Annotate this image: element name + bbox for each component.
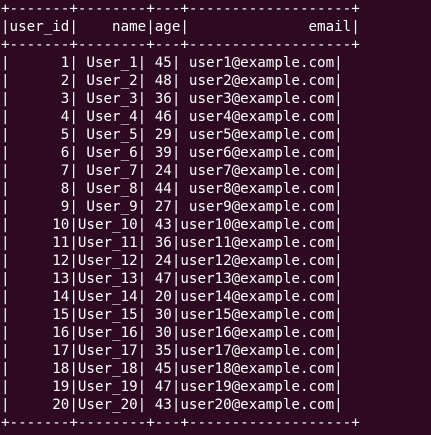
table-row: | 17|User_17| 35|user17@example.com|	[1, 343, 343, 359]
table-row: | 6| User_6| 39| user6@example.com|	[1, 145, 343, 161]
table-row: | 4| User_4| 46| user4@example.com|	[1, 109, 343, 125]
table-bottom-border: +-------+--------+---+------------------…	[1, 415, 360, 431]
table-row: | 9| User_9| 27| user9@example.com|	[1, 199, 343, 215]
table-row: | 3| User_3| 36| user3@example.com|	[1, 91, 343, 107]
table-row: | 11|User_11| 36|user11@example.com|	[1, 235, 343, 251]
table-row: | 7| User_7| 24| user7@example.com|	[1, 163, 343, 179]
table-header-row: |user_id| name|age| email|	[1, 19, 360, 35]
table-row: | 2| User_2| 48| user2@example.com|	[1, 73, 343, 89]
table-row: | 12|User_12| 24|user12@example.com|	[1, 253, 343, 269]
terminal-output: +-------+--------+---+------------------…	[0, 0, 431, 435]
table-row: | 13|User_13| 47|user13@example.com|	[1, 271, 343, 287]
table-top-border: +-------+--------+---+------------------…	[1, 1, 360, 17]
table-row: | 15|User_15| 30|user15@example.com|	[1, 307, 343, 323]
table-row: | 20|User_20| 43|user20@example.com|	[1, 397, 343, 413]
table-row: | 8| User_8| 44| user8@example.com|	[1, 181, 343, 197]
table-header-border: +-------+--------+---+------------------…	[1, 37, 360, 53]
table-row: | 18|User_18| 45|user18@example.com|	[1, 361, 343, 377]
table-row: | 5| User_5| 29| user5@example.com|	[1, 127, 343, 143]
table-row: | 16|User_16| 30|user16@example.com|	[1, 325, 343, 341]
table-row: | 1| User_1| 45| user1@example.com|	[1, 55, 343, 71]
table-row: | 10|User_10| 43|user10@example.com|	[1, 217, 343, 233]
table-row: | 19|User_19| 47|user19@example.com|	[1, 379, 343, 395]
table-row: | 14|User_14| 20|user14@example.com|	[1, 289, 343, 305]
